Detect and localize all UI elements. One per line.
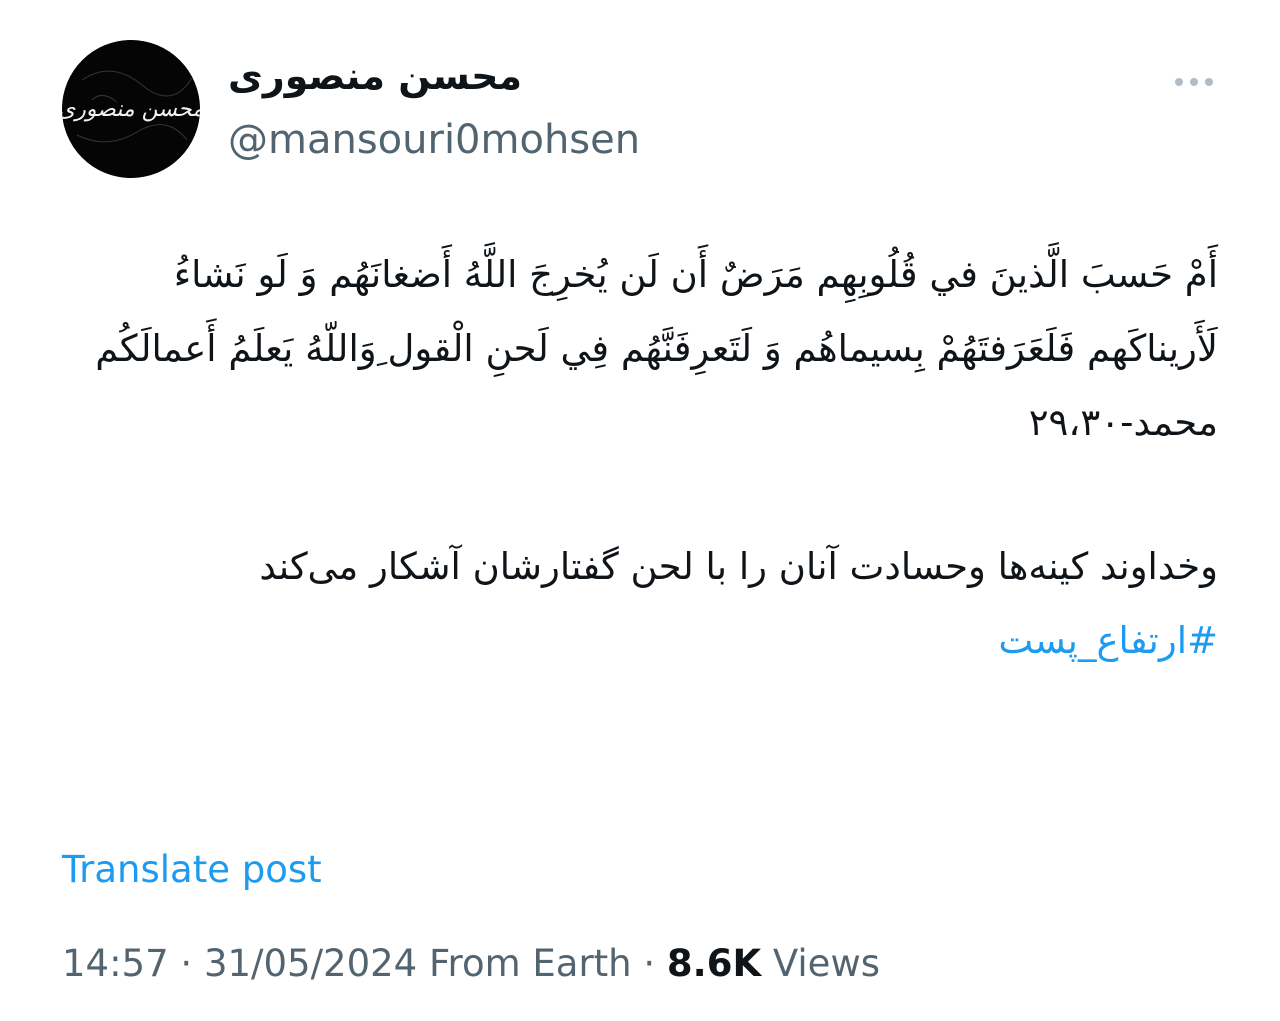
tweet-header: محسن منصوری محسن منصوری @mansouri0mohsen: [62, 40, 1222, 180]
views-count[interactable]: 8.6K: [667, 942, 761, 985]
hashtag-link[interactable]: #ارتفاع_پست: [998, 619, 1218, 662]
more-options-button[interactable]: [1172, 70, 1216, 94]
tweet-meta: 14:57 · 31/05/2024 From Earth · 8.6K Vie…: [62, 942, 880, 985]
translate-post-link[interactable]: Translate post: [62, 848, 322, 891]
quran-verse: أَمْ حَسبَ الَّذينَ في قُلُوبِهِم مَرَضٌ…: [95, 253, 1218, 444]
tweet-text: أَمْ حَسبَ الَّذينَ في قُلُوبِهِم مَرَضٌ…: [62, 238, 1218, 678]
views-label: Views: [772, 942, 880, 985]
tweet-time[interactable]: 14:57: [62, 942, 169, 985]
persian-translation: وخداوند کینه‌ها وحسادت آنان را با لحن گف…: [259, 545, 1218, 588]
more-horizontal-icon: [1175, 78, 1213, 86]
avatar-calligraphy: محسن منصوری: [62, 97, 200, 122]
meta-separator: ·: [180, 942, 193, 985]
avatar[interactable]: محسن منصوری: [62, 40, 200, 178]
meta-separator: ·: [643, 942, 656, 985]
author-handle[interactable]: @mansouri0mohsen: [228, 116, 640, 164]
tweet-source: From Earth: [428, 942, 632, 985]
author-display-name[interactable]: محسن منصوری: [228, 54, 522, 100]
tweet-date[interactable]: 31/05/2024: [204, 942, 417, 985]
